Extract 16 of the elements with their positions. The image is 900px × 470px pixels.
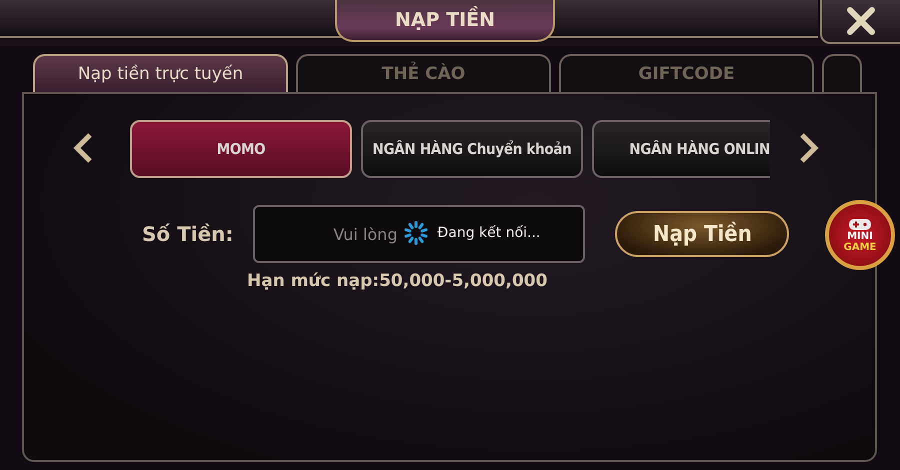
tab[interactable]: Nạp tiền trực tuyến (33, 54, 288, 92)
spinner-icon (403, 220, 430, 246)
loading-text: Đang kết nối... (437, 225, 540, 241)
deposit-button[interactable]: Nạp Tiền (615, 211, 790, 257)
amount-label: Số Tiền: (142, 222, 234, 246)
payment-method-button[interactable]: NGÂN HÀNG ONLIN (592, 120, 770, 178)
gamepad-icon (848, 218, 872, 230)
window-title: NẠP TIỀN (335, 0, 555, 42)
payment-method-button[interactable]: NGÂN HÀNG Chuyển khoản (361, 120, 583, 178)
close-icon (846, 6, 876, 36)
payment-method-button[interactable]: MOMO (130, 120, 352, 178)
tab[interactable] (822, 54, 862, 92)
limit-text: Hạn mức nạp:50,000-5,000,000 (247, 271, 548, 291)
close-button[interactable] (820, 0, 900, 44)
chevron-right-icon (798, 132, 820, 164)
chevron-left-icon (72, 132, 94, 164)
